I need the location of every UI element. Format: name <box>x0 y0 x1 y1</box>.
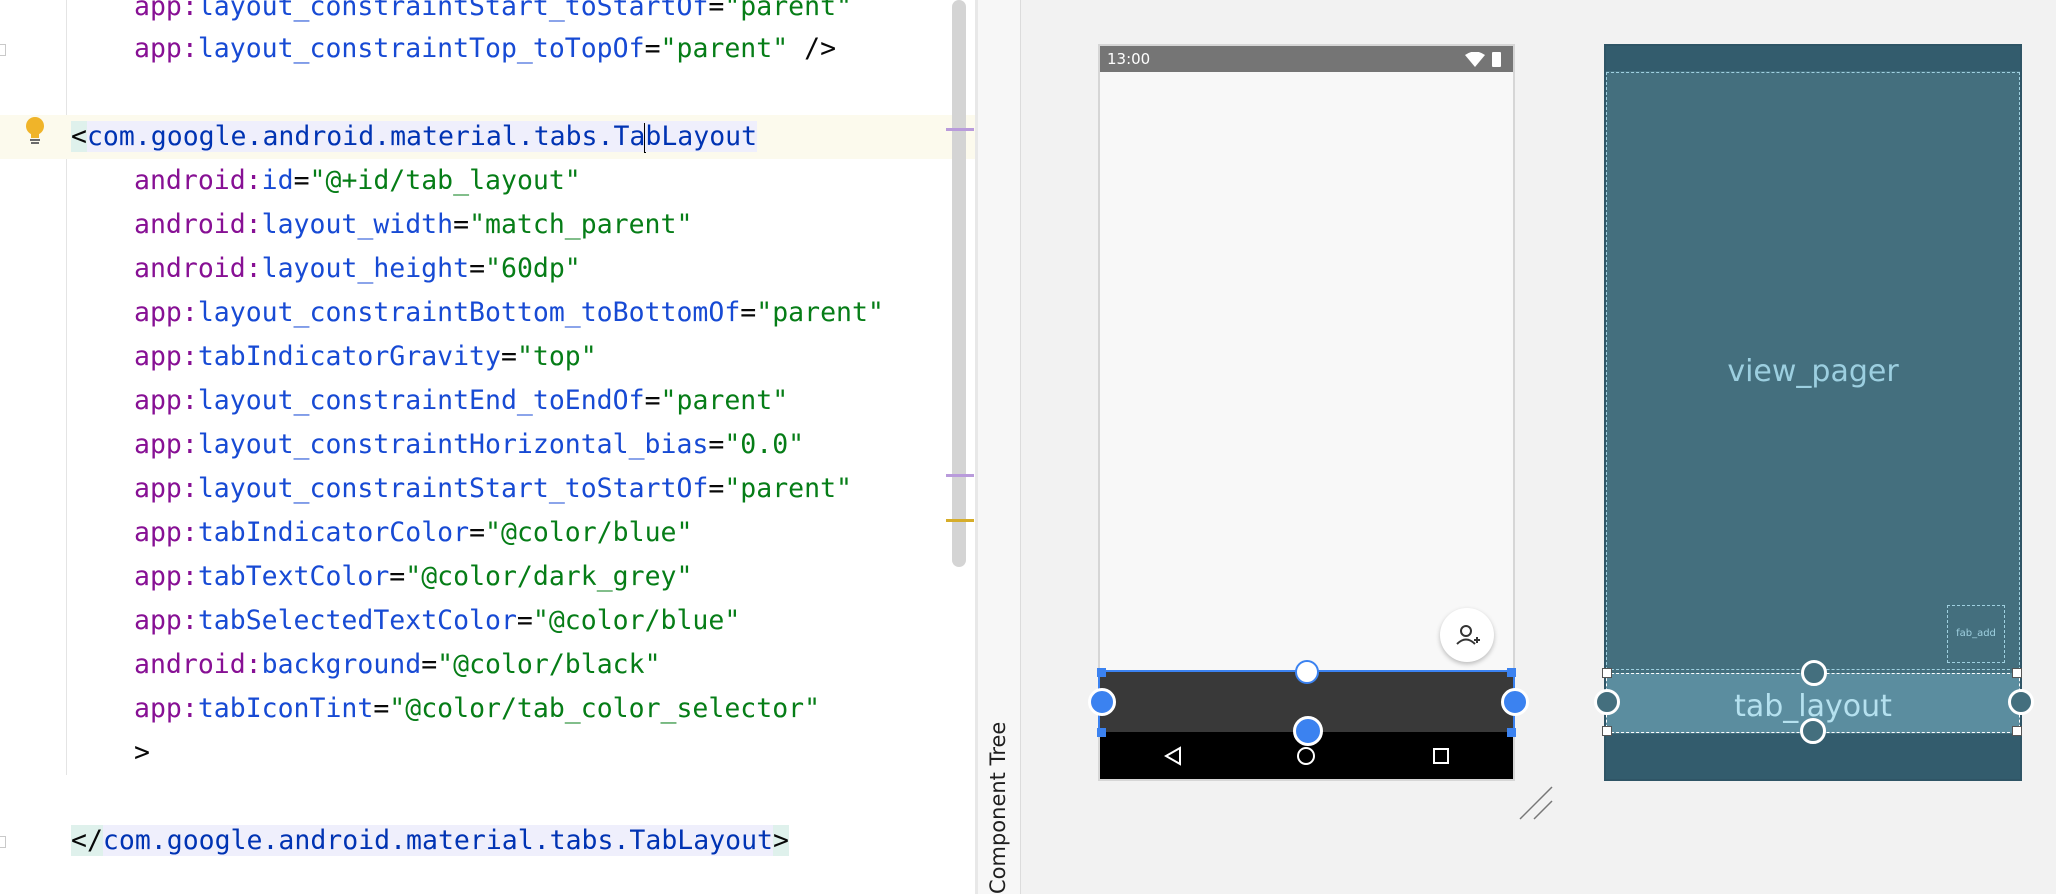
resize-handle[interactable] <box>2012 668 2022 678</box>
warning-stripe-mark[interactable] <box>946 519 974 522</box>
constraint-anchor-end[interactable] <box>1501 688 1529 716</box>
code-line: app:tabIndicatorColor="@color/blue" <box>134 517 693 548</box>
code-line: android:id="@+id/tab_layout" <box>134 165 581 196</box>
resize-handle[interactable] <box>1507 668 1516 677</box>
blueprint-status-area <box>1606 46 2020 71</box>
code-line: > <box>134 737 150 768</box>
code-line: app:layout_constraintStart_toStartOf="pa… <box>134 473 852 504</box>
blueprint-fab[interactable]: fab_add <box>1947 605 2005 663</box>
error-stripe-mark[interactable] <box>946 474 974 477</box>
add-person-icon <box>1456 625 1480 645</box>
code-line: app:layout_constraintHorizontal_bias="0.… <box>134 429 805 460</box>
canvas-resize-icon[interactable] <box>1518 785 1556 823</box>
constraint-anchor-start[interactable] <box>1594 689 1620 715</box>
code-line: app:layout_constraintTop_toTopOf="parent… <box>134 33 837 64</box>
resize-handle[interactable] <box>1097 668 1106 677</box>
constraint-anchor-top[interactable] <box>1295 660 1319 684</box>
nav-recents-icon[interactable] <box>1432 747 1450 765</box>
code-line: app:layout_constraintEnd_toEndOf="parent… <box>134 385 789 416</box>
code-line: app:tabSelectedTextColor="@color/blue" <box>134 605 741 636</box>
constraint-anchor-bottom[interactable] <box>1293 716 1323 746</box>
nav-home-icon[interactable] <box>1296 746 1316 766</box>
constraint-anchor-bottom[interactable] <box>1800 718 1826 744</box>
add-person-fab[interactable] <box>1440 608 1494 662</box>
nav-back-icon[interactable] <box>1164 746 1182 766</box>
component-tree-tab[interactable]: Component Tree <box>986 722 1010 894</box>
view-pager-label: view_pager <box>1727 354 1899 389</box>
editor-scrollbar[interactable] <box>952 0 966 567</box>
resize-handle[interactable] <box>1507 728 1516 737</box>
code-line: app:layout_constraintStart_toStartOf="pa… <box>134 0 852 22</box>
code-line: android:layout_height="60dp" <box>134 253 581 284</box>
resize-handle[interactable] <box>1602 668 1612 678</box>
resize-handle[interactable] <box>1097 728 1106 737</box>
lightbulb-icon[interactable] <box>22 116 48 146</box>
code-line: app:tabIconTint="@color/tab_color_select… <box>134 693 821 724</box>
battery-icon <box>1492 52 1501 67</box>
constraint-anchor-top[interactable] <box>1801 660 1827 686</box>
wifi-icon <box>1465 52 1485 67</box>
status-bar: 13:00 <box>1100 46 1513 72</box>
constraint-anchor-end[interactable] <box>2008 689 2034 715</box>
status-time: 13:00 <box>1107 50 1151 68</box>
xml-code-editor[interactable]: app:layout_constraintStart_toStartOf="pa… <box>0 0 975 894</box>
code-line-current: <com.google.android.material.tabs.TabLay… <box>0 115 975 159</box>
fab-label: fab_add <box>1956 628 1996 639</box>
blueprint-preview[interactable]: view_pager fab_add tab_layout <box>1594 46 2034 779</box>
code-line: android:layout_width="match_parent" <box>134 209 693 240</box>
code-line: android:background="@color/black" <box>134 649 661 680</box>
code-line: app:layout_constraintBottom_toBottomOf="… <box>134 297 884 328</box>
code-line: </com.google.android.material.tabs.TabLa… <box>71 825 789 856</box>
error-stripe-mark[interactable] <box>946 128 974 131</box>
resize-handle[interactable] <box>1602 726 1612 736</box>
resize-handle[interactable] <box>2012 726 2022 736</box>
phone-preview[interactable]: 13:00 <box>1088 46 1529 779</box>
code-line: app:tabIndicatorGravity="top" <box>134 341 597 372</box>
code-line: app:tabTextColor="@color/dark_grey" <box>134 561 693 592</box>
constraint-anchor-start[interactable] <box>1088 688 1116 716</box>
